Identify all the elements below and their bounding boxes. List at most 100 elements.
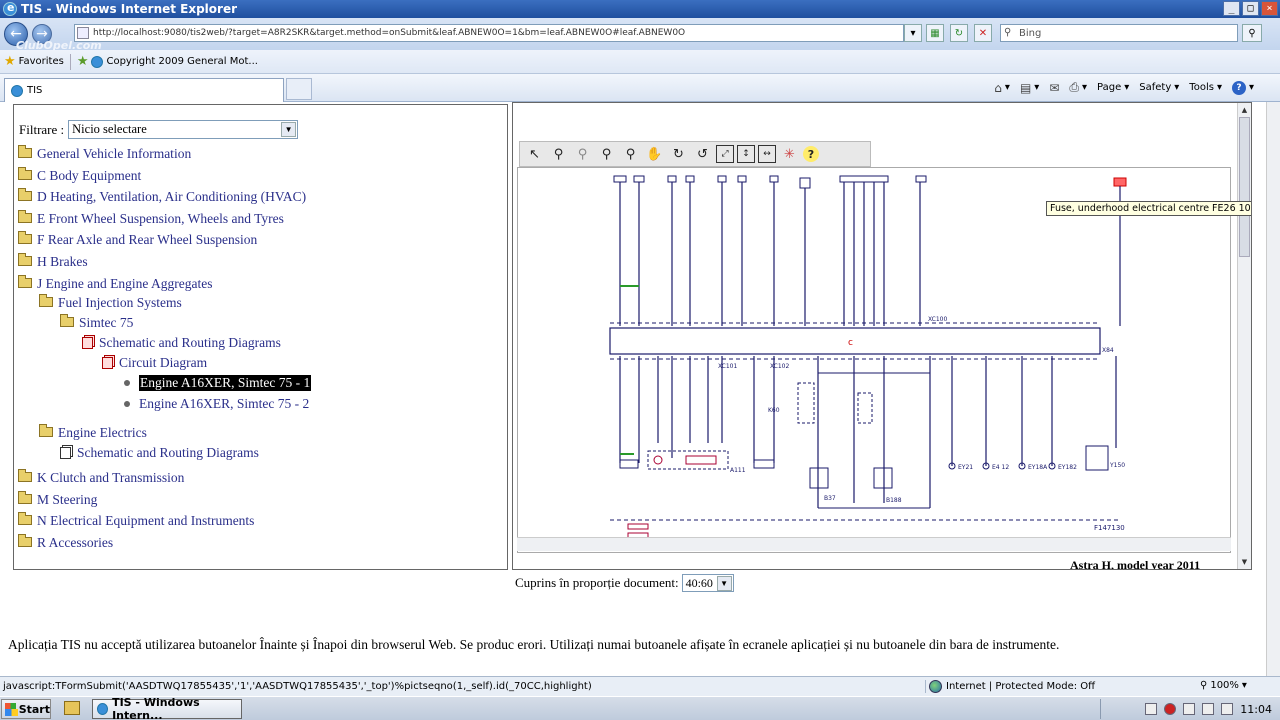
tree-item[interactable]: C Body Equipment xyxy=(18,167,141,184)
mail-button[interactable]: ✉ xyxy=(1049,81,1059,95)
clock[interactable]: 11:04 xyxy=(1240,703,1272,716)
tools-menu[interactable]: Tools ▾ xyxy=(1189,82,1222,93)
fit-page-icon[interactable]: ⤢ xyxy=(716,145,734,163)
filter-value: Nicio selectare xyxy=(72,122,147,136)
tree-item[interactable]: M Steering xyxy=(18,491,98,508)
tree-item[interactable]: Schematic and Routing Diagrams xyxy=(60,445,259,461)
zoom-icon[interactable]: ⚲ xyxy=(596,144,617,165)
tree-item[interactable]: J Engine and Engine Aggregates xyxy=(18,275,212,292)
favorite-link[interactable]: Copyright 2009 General Mot... xyxy=(91,55,258,68)
status-bar: javascript:TFormSubmit('AASDTWQ17855435'… xyxy=(0,676,1280,696)
refresh-icon[interactable]: ↻ xyxy=(950,24,968,42)
safety-menu[interactable]: Safety ▾ xyxy=(1139,82,1179,93)
feeds-button[interactable]: ▤ ▾ xyxy=(1020,81,1039,95)
tree-item-label: D Heating, Ventilation, Air Conditioning… xyxy=(37,189,307,204)
add-favorite-icon[interactable]: ★ xyxy=(77,54,89,69)
minimize-button[interactable]: _ xyxy=(1223,1,1240,16)
favorites-button[interactable]: ★ Favorites xyxy=(4,54,64,69)
tree-item[interactable]: N Electrical Equipment and Instruments xyxy=(18,512,254,529)
tree-item-label: Engine Electrics xyxy=(58,425,147,440)
address-dropdown-button[interactable]: ▾ xyxy=(904,24,922,42)
maximize-button[interactable]: □ xyxy=(1242,1,1259,16)
network-icon[interactable] xyxy=(1202,703,1215,715)
diagram-title-cutoff: Astra H, model year 2011 xyxy=(1070,558,1201,570)
security-zone[interactable]: Internet | Protected Mode: Off xyxy=(925,680,1095,693)
antivirus-icon[interactable] xyxy=(1164,703,1177,715)
zoom-control[interactable]: ⚲ 100% ▾ xyxy=(1200,680,1247,691)
help-menu[interactable]: ? ▾ xyxy=(1231,80,1254,95)
security-zone-label: Internet | Protected Mode: Off xyxy=(946,681,1096,692)
circuit-diagram-drawing: c XC100 XC101 XC102 K60 X84 EY21 E4 12 E… xyxy=(609,175,1127,539)
tree-item[interactable]: Fuel Injection Systems xyxy=(39,294,182,311)
address-input[interactable]: http://localhost:9080/tis2web/?target=A8… xyxy=(74,24,904,42)
device-icon[interactable] xyxy=(1183,703,1196,715)
tree-item-selected[interactable]: Engine A16XER, Simtec 75 - 1 xyxy=(124,375,312,391)
chevron-down-icon: ▾ xyxy=(1241,680,1247,691)
tree-item[interactable]: F Rear Axle and Rear Wheel Suspension xyxy=(18,231,257,248)
home-button[interactable]: ⌂ ▾ xyxy=(994,81,1010,95)
rotate-left-icon[interactable]: ↺ xyxy=(692,144,713,165)
tree-item[interactable]: K Clutch and Transmission xyxy=(18,469,184,486)
page-vertical-scrollbar[interactable] xyxy=(1266,102,1280,676)
compatibility-icon[interactable]: ▦ xyxy=(926,24,944,42)
close-button[interactable]: × xyxy=(1261,1,1278,16)
circuit-diagram[interactable]: c XC100 XC101 XC102 K60 X84 EY21 E4 12 E… xyxy=(517,167,1231,553)
folder-icon xyxy=(18,469,32,482)
tree-item[interactable]: Schematic and Routing Diagrams xyxy=(82,335,281,351)
folder-open-icon xyxy=(39,424,53,437)
tree-item-label: Fuel Injection Systems xyxy=(58,295,182,310)
scroll-up-icon[interactable]: ▲ xyxy=(1239,104,1250,116)
diagram-toolbar: ↖ ⚲ ⚲ ⚲ ⚲ ✋ ↻ ↺ ⤢ ↕ ↔ ✳ ? xyxy=(519,141,871,167)
scroll-down-icon[interactable]: ▼ xyxy=(1239,556,1250,568)
pane-vertical-scrollbar[interactable]: ▲ ▼ xyxy=(1237,103,1251,569)
tree-item[interactable]: General Vehicle Information xyxy=(18,145,191,162)
scrollbar-thumb[interactable] xyxy=(1239,117,1250,257)
windows-logo-icon xyxy=(5,702,18,716)
diagram-label: K60 xyxy=(768,407,780,414)
page-menu[interactable]: Page ▾ xyxy=(1097,82,1129,93)
tree-item[interactable]: H Brakes xyxy=(18,253,88,270)
help-icon[interactable]: ? xyxy=(803,146,819,162)
ie-app-icon xyxy=(3,1,17,16)
stop-icon[interactable]: ✕ xyxy=(974,24,992,42)
flag-icon[interactable] xyxy=(1145,703,1158,715)
highlight-icon[interactable]: ✳ xyxy=(779,144,800,165)
search-input[interactable]: ⚲ Bing xyxy=(1000,24,1238,42)
folder-icon xyxy=(18,167,32,180)
folder-icon[interactable] xyxy=(64,701,80,715)
zoom-out-icon[interactable]: ⚲ xyxy=(572,144,593,165)
taskbar-item-ie[interactable]: TIS - Windows Intern... xyxy=(92,696,242,720)
tree-item-label: Engine A16XER, Simtec 75 - 1 xyxy=(139,375,312,391)
fit-width-icon[interactable]: ↔ xyxy=(758,145,776,163)
folder-open-icon xyxy=(18,275,32,288)
pan-hand-icon[interactable]: ✋ xyxy=(644,144,665,165)
tree-item[interactable]: Circuit Diagram xyxy=(102,355,207,371)
rotate-right-icon[interactable]: ↻ xyxy=(668,144,689,165)
tree-item-label: M Steering xyxy=(37,492,98,507)
new-tab-button[interactable] xyxy=(286,78,312,100)
diagram-horizontal-scrollbar[interactable] xyxy=(517,537,1231,551)
volume-icon[interactable] xyxy=(1221,703,1234,715)
filter-select[interactable]: Nicio selectare ▼ xyxy=(68,120,299,139)
ratio-select[interactable]: 40:60 ▼ xyxy=(681,574,734,592)
page-content: Filtrare : Nicio selectare ▼ General Veh… xyxy=(0,102,1280,676)
tree-item[interactable]: Simtec 75 xyxy=(60,314,133,331)
start-button[interactable]: Start xyxy=(1,699,51,719)
zoom-icon: ⚲ xyxy=(1200,680,1208,691)
tab-tis[interactable]: TIS xyxy=(4,78,284,102)
tree-item[interactable]: E Front Wheel Suspension, Wheels and Tyr… xyxy=(18,210,284,227)
ratio-label: Cuprins în proporție document: xyxy=(515,575,679,590)
search-icon[interactable]: ⚲ xyxy=(1242,24,1262,42)
favorites-label: Favorites xyxy=(18,56,64,67)
bullet-icon xyxy=(124,380,130,386)
zoom-area-icon[interactable]: ⚲ xyxy=(620,144,641,165)
print-button[interactable]: ⎙ ▾ xyxy=(1069,80,1087,95)
tab-label: TIS xyxy=(27,85,43,96)
zoom-in-icon[interactable]: ⚲ xyxy=(548,144,569,165)
tree-item[interactable]: Engine Electrics xyxy=(39,424,147,441)
tree-item[interactable]: R Accessories xyxy=(18,534,113,551)
tree-item[interactable]: D Heating, Ventilation, Air Conditioning… xyxy=(18,188,307,205)
select-arrow-icon[interactable]: ↖ xyxy=(524,144,545,165)
fit-height-icon[interactable]: ↕ xyxy=(737,145,755,163)
tree-item[interactable]: Engine A16XER, Simtec 75 - 2 xyxy=(124,396,309,412)
